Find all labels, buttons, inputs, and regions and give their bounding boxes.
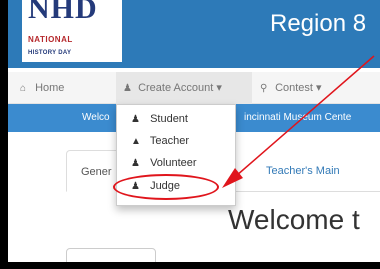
chevron-down-icon: ▾ — [316, 82, 322, 94]
users-icon: ♟ — [131, 114, 140, 125]
menu-item-label: Student — [150, 113, 188, 125]
page-title: Welcome t — [228, 204, 360, 235]
logo-national-text: NATIONAL — [28, 35, 73, 44]
tab-teachers-main[interactable]: Teacher's Main — [266, 150, 340, 192]
nav-contest-dropdown[interactable]: ⚲ Contest ▾ — [260, 72, 322, 104]
highlight-ellipse — [113, 174, 219, 200]
users-icon: ♟ — [131, 158, 140, 169]
region-title: Region 8 — [270, 10, 367, 37]
nav-home-link[interactable]: ⌂ Home — [20, 72, 64, 104]
graduation-cap-icon: ▲ — [131, 136, 141, 147]
menu-item-label: Volunteer — [150, 157, 197, 169]
screenshot-frame: NHD NATIONAL HISTORY DAY Region 8 ⌂ Home… — [8, 0, 380, 262]
home-icon: ⌂ — [20, 83, 27, 94]
chevron-down-icon: ▾ — [216, 82, 222, 94]
nav-contest-label: Contest — [275, 82, 313, 94]
nav-home-label: Home — [35, 82, 65, 94]
nhd-logo[interactable]: NHD NATIONAL HISTORY DAY — [22, 0, 122, 62]
logo-wordmark: NHD — [28, 0, 98, 25]
main-navbar: ⌂ Home ♟ Create Account ▾ ⚲ Contest ▾ — [8, 72, 380, 104]
menu-item-volunteer[interactable]: ♟ Volunteer — [117, 152, 235, 174]
nav-create-account-dropdown[interactable]: ♟ Create Account ▾ — [116, 72, 252, 104]
info-welcome-text: Welco — [82, 112, 110, 123]
content-box — [66, 248, 156, 262]
info-location-text: incinnati Museum Cente — [244, 112, 352, 123]
logo-history-day-text: HISTORY DAY — [28, 50, 72, 56]
users-icon: ♟ — [123, 83, 132, 94]
nav-create-account-label: Create Account — [138, 82, 214, 94]
site-header: NHD NATIONAL HISTORY DAY Region 8 — [8, 0, 380, 68]
menu-item-teacher[interactable]: ▲ Teacher — [117, 130, 235, 152]
menu-item-label: Teacher — [149, 135, 189, 147]
menu-item-student[interactable]: ♟ Student — [117, 108, 235, 130]
map-marker-icon: ⚲ — [260, 83, 268, 94]
